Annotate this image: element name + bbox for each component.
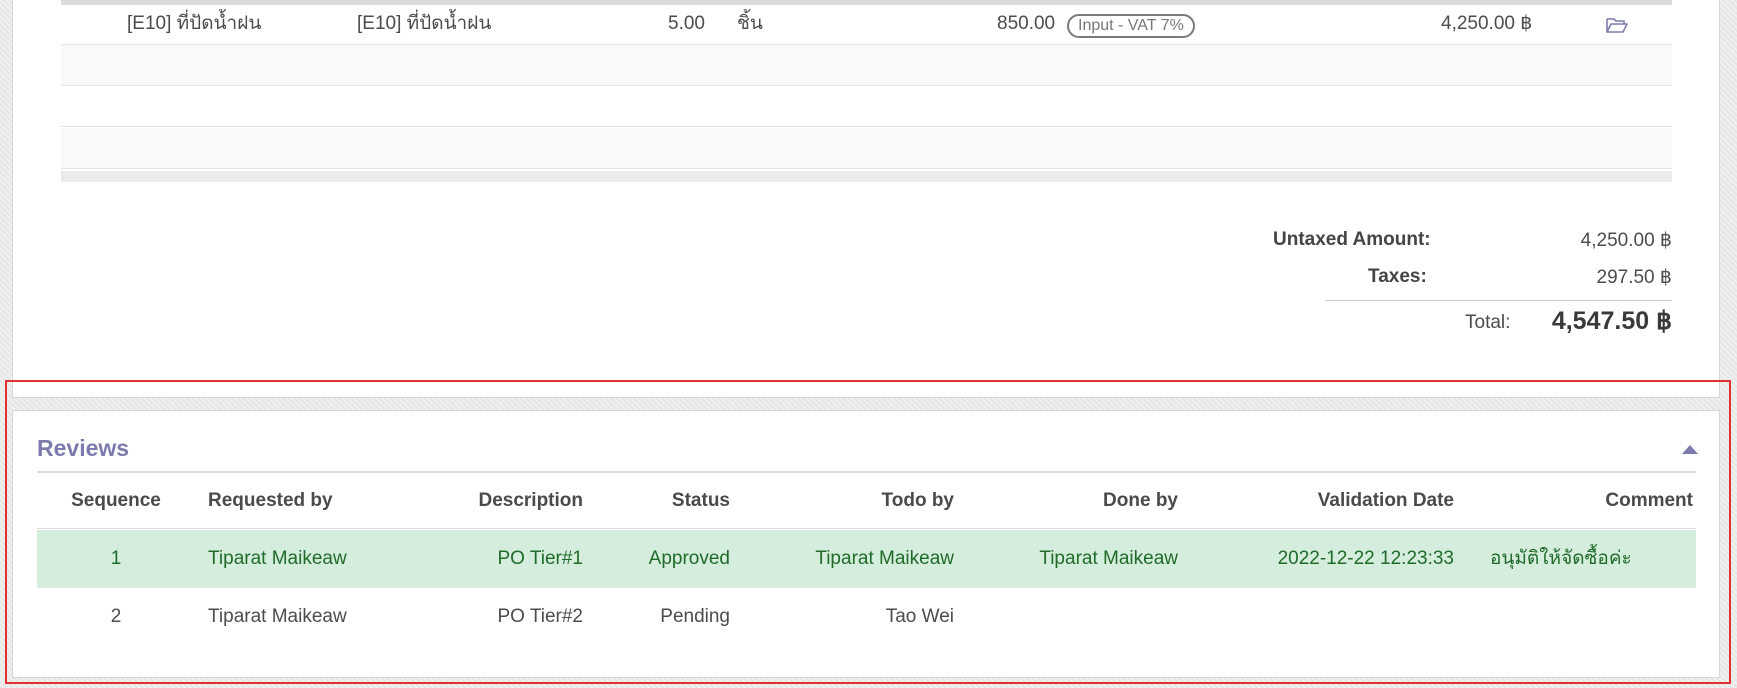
totals-separator: [1325, 300, 1672, 301]
empty-line-row: [61, 45, 1672, 86]
empty-line-row: [61, 128, 1672, 169]
taxes-value: 297.50 ฿: [1596, 267, 1672, 288]
empty-line-row: [61, 86, 1672, 127]
untaxed-amount-value: 4,250.00 ฿: [1580, 230, 1672, 251]
order-line-quantity[interactable]: 5.00: [668, 4, 705, 44]
total-value: 4,547.50 ฿: [1551, 307, 1672, 335]
order-lines-footer-bar: [61, 171, 1672, 182]
taxes-label: Taxes:: [1368, 266, 1427, 287]
order-line-product[interactable]: [E10] ที่ปัดน้ำฝน: [127, 4, 261, 44]
highlight-box: [5, 380, 1731, 684]
untaxed-amount-label: Untaxed Amount:: [1273, 229, 1431, 250]
order-line-uom[interactable]: ชิ้น: [737, 4, 763, 44]
order-line-row[interactable]: [E10] ที่ปัดน้ำฝน [E10] ที่ปัดน้ำฝน 5.00…: [61, 4, 1672, 45]
folder-open-icon[interactable]: [1606, 16, 1628, 34]
order-line-description[interactable]: [E10] ที่ปัดน้ำฝน: [357, 4, 491, 44]
order-sheet: [E10] ที่ปัดน้ำฝน [E10] ที่ปัดน้ำฝน 5.00…: [12, 0, 1720, 398]
order-line-unit-price[interactable]: 850.00: [997, 4, 1055, 44]
tax-badge[interactable]: Input - VAT 7%: [1067, 14, 1195, 38]
order-line-subtotal: 4,250.00 ฿: [1441, 13, 1533, 34]
